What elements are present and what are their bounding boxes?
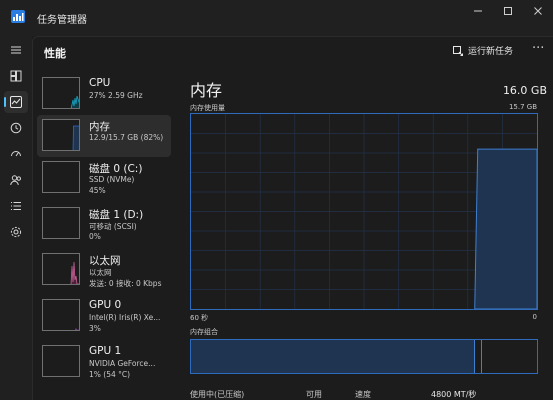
run-new-task-button[interactable]: 运行新任务 [453,44,513,57]
details-icon [11,201,21,211]
graph-axis-right-label: 0 [532,313,537,321]
device-subtitle: Intel(R) Iris(R) Xe... [89,313,161,322]
detail-total-memory: 16.0 GB [502,84,547,97]
services-icon [10,226,22,238]
device-value: 1% (54 °C) [89,370,131,379]
memory-sparkline [72,125,79,150]
memory-usage-area [474,148,538,310]
composition-in-use-segment [191,340,475,373]
memory-usage-graph [190,113,538,310]
ethernet-sparkline [70,261,79,284]
cpu-thumbnail-graph [42,77,80,109]
stat-speed-label: 速度 [355,390,371,399]
title-bar: 任务管理器 [0,0,553,36]
device-name: GPU 1 [89,345,122,357]
graph-axis-left-label: 60 秒 [190,314,209,322]
device-item-disk-1[interactable]: 磁盘 1 (D:) 可移动 (SCSI) 0% [37,203,171,245]
device-subtitle: NVIDIA GeForce... [89,359,156,368]
device-value: 发送: 0 接收: 0 Kbps [89,279,162,288]
stat-in-use-label: 使用中(已压缩) [190,390,245,399]
gpu-0-sparkline [75,327,79,330]
app-history-icon [10,122,22,134]
memory-usage-label: 内存使用量 [190,104,225,112]
nav-performance[interactable] [4,91,28,113]
device-name: 磁盘 0 (C:) [89,163,143,175]
device-name: 内存 [89,121,110,133]
composition-modified-segment [475,340,482,373]
device-item-gpu-0[interactable]: GPU 0 Intel(R) Iris(R) Xe... 3% [37,295,171,337]
nav-details[interactable] [4,195,28,217]
device-item-cpu[interactable]: CPU 27% 2.59 GHz [37,73,171,115]
memory-usage-max: 15.7 GB [508,103,537,111]
hamburger-menu-button[interactable] [4,39,28,61]
device-subtitle: SSD (NVMe) [89,175,135,184]
stat-speed-value: 4800 MT/秒 [431,390,477,399]
cpu-sparkline [70,95,79,108]
performance-icon [10,96,22,108]
nav-users[interactable] [4,169,28,191]
performance-panel: 性能 运行新任务 ··· CPU 27% 2.59 GHz 内存 12.9/15… [32,36,553,400]
device-item-disk-0[interactable]: 磁盘 0 (C:) SSD (NVMe) 45% [37,157,171,199]
processes-icon [10,70,22,82]
device-subtitle: 12.9/15.7 GB (82%) [89,133,164,142]
memory-thumbnail-graph [42,119,80,151]
task-manager-app-icon [11,10,25,23]
disk-0-thumbnail-graph [42,161,80,193]
users-icon [10,175,22,186]
device-name: 磁盘 1 (D:) [89,209,144,221]
device-name: GPU 0 [89,299,122,311]
nav-processes[interactable] [4,65,28,87]
more-options-button[interactable]: ··· [532,41,544,56]
memory-composition-label: 内存组合 [190,328,218,336]
stat-available-label: 可用 [306,390,322,399]
run-new-task-label: 运行新任务 [468,47,514,57]
device-subtitle: 以太网 [89,268,112,277]
gpu-1-thumbnail-graph [42,345,80,377]
device-name: CPU [89,77,111,89]
device-item-memory[interactable]: 内存 12.9/15.7 GB (82%) [37,115,171,157]
device-item-gpu-1[interactable]: GPU 1 NVIDIA GeForce... 1% (54 °C) [37,341,171,383]
run-new-task-icon [453,45,463,56]
detail-title: 内存 [190,81,223,100]
startup-apps-icon [11,151,21,157]
device-item-ethernet[interactable]: 以太网 以太网 发送: 0 接收: 0 Kbps [37,249,171,291]
close-button[interactable] [520,0,553,22]
close-icon [534,7,542,15]
memory-usage-chart [191,114,538,310]
device-value: 0% [89,232,101,241]
nav-app-history[interactable] [4,117,28,139]
disk-1-thumbnail-graph [42,207,80,239]
nav-startup-apps[interactable] [4,143,28,165]
device-subtitle: 27% 2.59 GHz [89,91,143,100]
gpu-0-thumbnail-graph [42,299,80,331]
ethernet-thumbnail-graph [42,253,80,285]
navigation-rail [0,36,32,400]
window-title: 任务管理器 [37,15,87,26]
minimize-icon [474,10,482,12]
page-title: 性能 [44,47,66,60]
device-name: 以太网 [89,255,121,267]
device-value: 45% [89,186,106,195]
maximize-icon [504,7,512,15]
device-subtitle: 可移动 (SCSI) [89,222,137,231]
memory-composition-bar [190,339,538,374]
device-value: 3% [89,324,101,333]
nav-services[interactable] [4,221,28,243]
hamburger-menu-icon [11,46,21,54]
